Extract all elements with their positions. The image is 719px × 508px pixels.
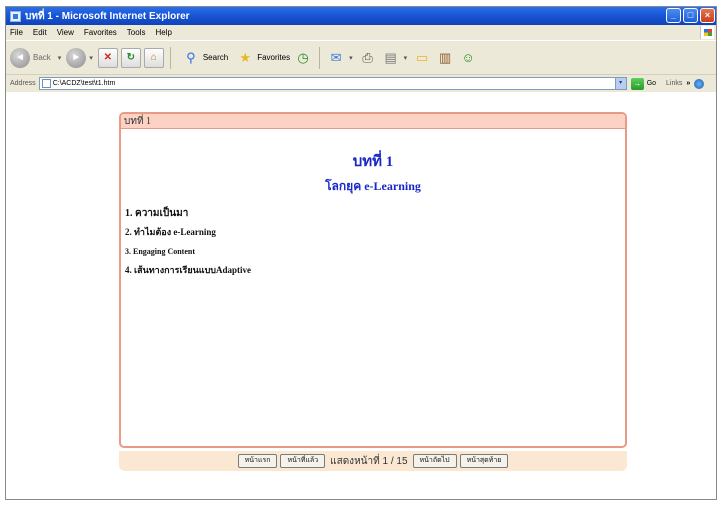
go-button[interactable]: Go: [647, 80, 656, 87]
toolbar-divider: [319, 46, 321, 69]
previous-page-button[interactable]: หน้าที่แล้ว: [280, 454, 326, 468]
forward-dropdown-icon[interactable]: ▾: [89, 54, 93, 62]
mail-icon[interactable]: ✉: [326, 48, 346, 68]
windows-flag-icon: [700, 26, 714, 39]
back-label: Back: [33, 53, 51, 62]
print-icon[interactable]: ⎙: [358, 48, 378, 68]
window-controls: _ □ ×: [666, 8, 715, 23]
page-navigation: หน้าแรก หน้าที่แล้ว แสดงหน้าที่ 1 / 15 ห…: [119, 451, 627, 471]
edit-dropdown-icon[interactable]: ▾: [404, 54, 408, 62]
home-button[interactable]: ⌂: [143, 47, 164, 68]
first-page-button[interactable]: หน้าแรก: [237, 454, 278, 468]
stop-button[interactable]: ✕: [97, 47, 118, 68]
back-dropdown-icon[interactable]: ▾: [58, 54, 62, 62]
favorites-button[interactable]: ★ Favorites: [235, 48, 290, 68]
menu-edit[interactable]: Edit: [33, 28, 47, 37]
menu-help[interactable]: Help: [155, 28, 171, 37]
address-input[interactable]: C:\ACDZ\test\t1.htm ▾: [38, 77, 627, 90]
standard-toolbar: ◄ Back ▾ ► ▾ ✕ ↻ ⌂ ⚲ Search ★ Favorites …: [6, 40, 716, 74]
topic-item[interactable]: 4. เส้นทางการเรียนแบบAdaptive: [125, 261, 251, 280]
favorites-label: Favorites: [257, 53, 291, 62]
search-icon: ⚲: [186, 49, 196, 65]
lesson-subtitle: โลกยุค e-Learning: [325, 179, 421, 193]
go-arrow-icon[interactable]: →: [630, 77, 644, 90]
last-page-button[interactable]: หน้าสุดท้าย: [459, 454, 509, 468]
lesson-header: บทที่ 1: [121, 114, 625, 129]
address-bar: Address C:\ACDZ\test\t1.htm ▾ → Go Links…: [6, 74, 716, 92]
menu-tools[interactable]: Tools: [127, 28, 146, 37]
address-dropdown-icon[interactable]: ▾: [614, 78, 626, 89]
research-icon[interactable]: ▥: [435, 48, 455, 68]
lesson-card: บทที่ 1 บทที่ 1 โลกยุค e-Learning 1. ควา…: [119, 112, 627, 448]
menu-file[interactable]: File: [10, 28, 23, 37]
next-page-button[interactable]: หน้าถัดไป: [412, 454, 457, 468]
title-bar[interactable]: บทที่ 1 - Microsoft Internet Explorer _ …: [6, 7, 716, 25]
folder-icon[interactable]: ▭: [412, 48, 432, 68]
page-indicator: แสดงหน้าที่ 1 / 15: [330, 455, 408, 467]
messenger-icon[interactable]: ☺: [458, 48, 478, 68]
topic-list: 1. ความเป็นมา 2. ทำไมต้อง e-Learning 3. …: [125, 204, 251, 280]
browser-window: บทที่ 1 - Microsoft Internet Explorer _ …: [5, 6, 717, 500]
search-label: Search: [202, 53, 229, 62]
menu-view[interactable]: View: [57, 28, 74, 37]
menu-favorites[interactable]: Favorites: [84, 28, 117, 37]
topic-item[interactable]: 3. Engaging Content: [125, 242, 251, 261]
back-button[interactable]: ◄: [10, 47, 30, 68]
lesson-title: บทที่ 1: [352, 154, 394, 170]
forward-button[interactable]: ►: [66, 47, 87, 68]
close-button[interactable]: ×: [700, 8, 715, 23]
edit-icon[interactable]: ▤: [381, 48, 401, 68]
window-title: บทที่ 1 - Microsoft Internet Explorer: [25, 10, 190, 22]
refresh-button[interactable]: ↻: [120, 47, 141, 68]
ie-icon: [10, 10, 21, 22]
links-label[interactable]: Links: [666, 80, 682, 87]
maximize-button[interactable]: □: [683, 8, 698, 23]
links-globe-icon[interactable]: [694, 78, 705, 89]
address-value: C:\ACDZ\test\t1.htm: [52, 80, 116, 87]
address-label: Address: [10, 80, 36, 87]
page-icon: [41, 79, 51, 88]
toolbar-divider: [169, 46, 171, 69]
mail-dropdown-icon[interactable]: ▾: [349, 54, 353, 62]
links-more-icon[interactable]: »: [686, 80, 690, 87]
page-content: บทที่ 1 บทที่ 1 โลกยุค e-Learning 1. ควา…: [6, 92, 716, 499]
search-button[interactable]: ⚲ Search: [181, 48, 228, 68]
minimize-button[interactable]: _: [666, 8, 681, 23]
history-icon[interactable]: ◷: [293, 48, 313, 68]
menu-bar: File Edit View Favorites Tools Help: [6, 25, 716, 40]
topic-item[interactable]: 2. ทำไมต้อง e-Learning: [125, 223, 251, 242]
favorites-star-icon: ★: [239, 49, 252, 65]
topic-item[interactable]: 1. ความเป็นมา: [125, 204, 251, 223]
